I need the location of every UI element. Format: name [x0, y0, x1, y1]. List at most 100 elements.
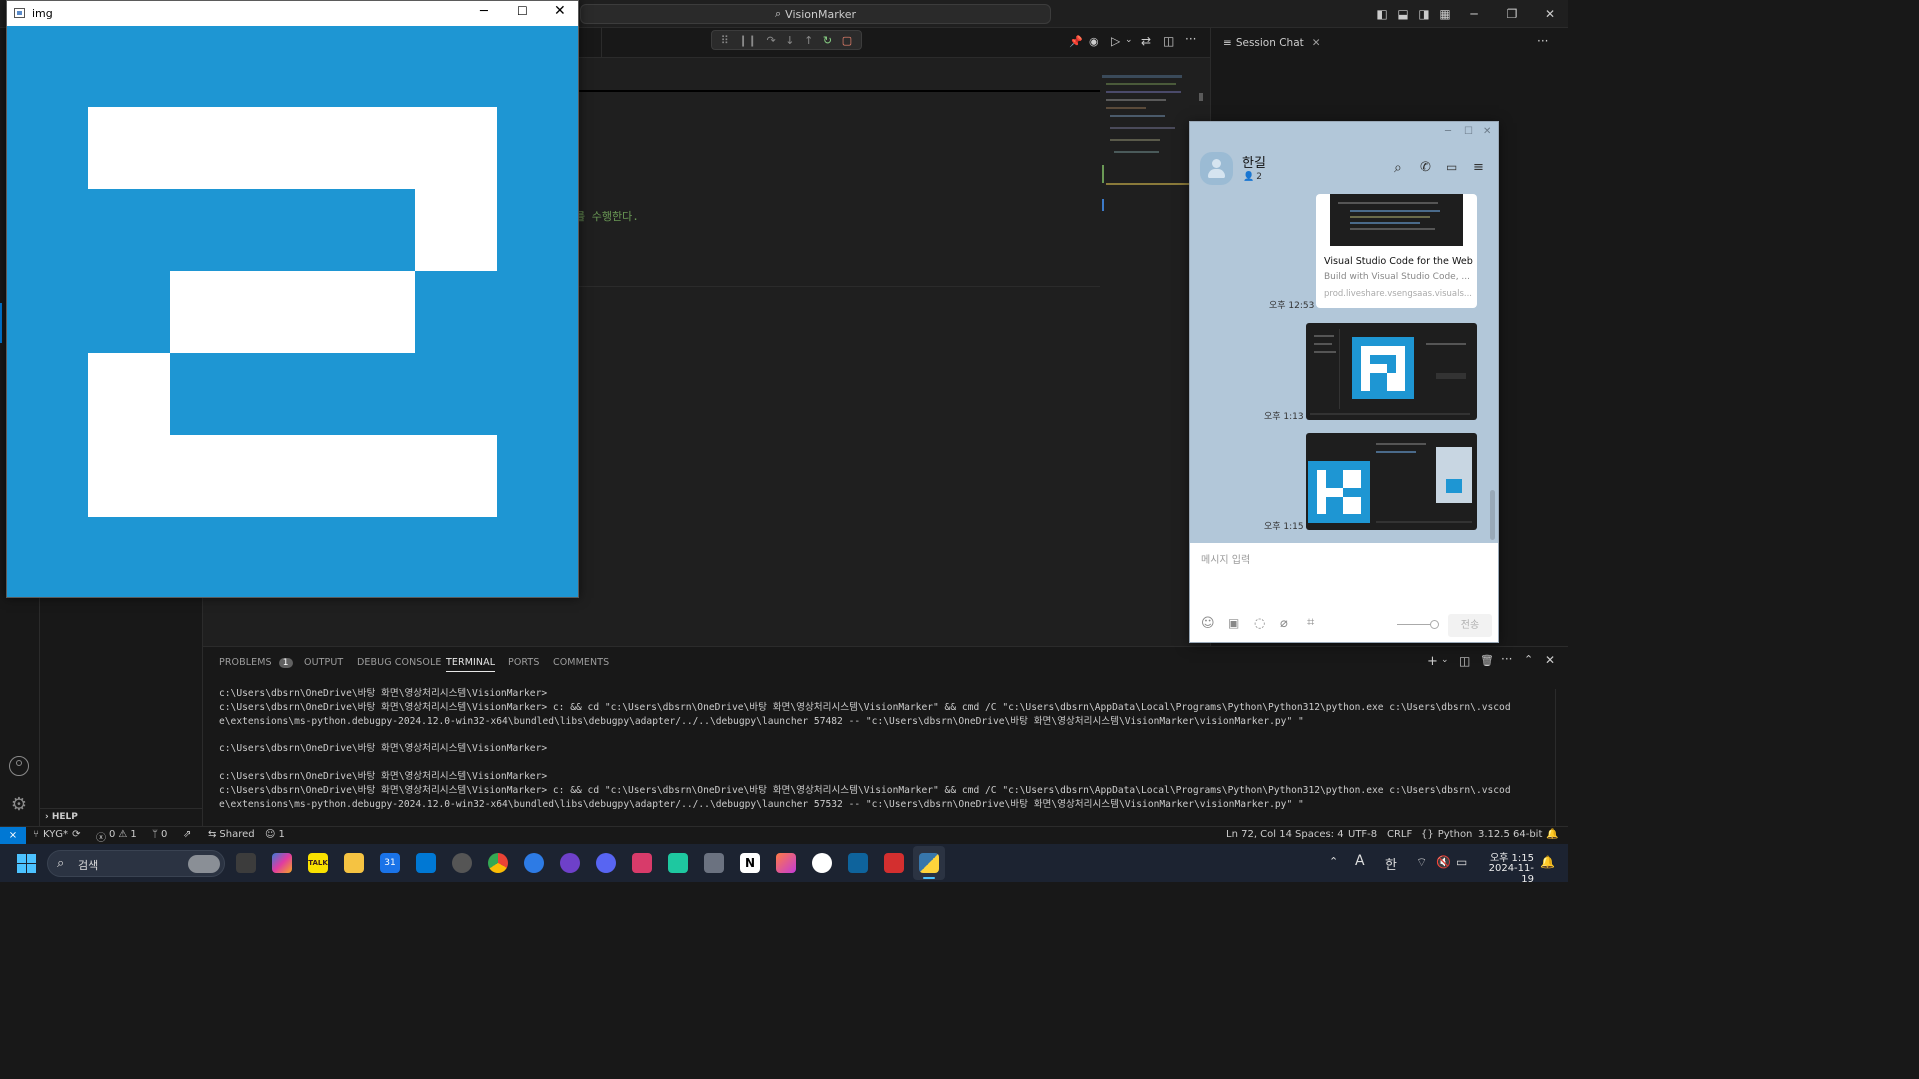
line-endings[interactable]: CRLF: [1387, 829, 1412, 840]
tab-comments[interactable]: COMMENTS: [553, 657, 609, 668]
task-view-icon[interactable]: [236, 853, 256, 873]
image-message[interactable]: [1306, 433, 1477, 530]
customize-layout-icon[interactable]: ▦: [1437, 6, 1453, 22]
step-into-icon[interactable]: ↓: [785, 34, 794, 47]
step-out-icon[interactable]: ↑: [804, 34, 813, 47]
attachment-icon[interactable]: ⌀: [1280, 616, 1288, 631]
notifications-icon[interactable]: 🔔: [1546, 829, 1558, 840]
file-explorer-icon[interactable]: [344, 853, 364, 873]
kakaotalk-icon[interactable]: TALK: [308, 853, 328, 873]
windows-start-icon[interactable]: [17, 854, 36, 873]
tab-debug-console[interactable]: DEBUG CONSOLE: [357, 657, 442, 668]
restore-icon[interactable]: ❐: [1504, 6, 1520, 22]
pin-icon[interactable]: 📌: [1069, 35, 1083, 48]
maximize-icon[interactable]: ☐: [517, 4, 528, 18]
calendar-icon[interactable]: ▣: [1228, 616, 1239, 630]
member-count[interactable]: 👤 2: [1243, 172, 1262, 182]
maximize-panel-icon[interactable]: ⌃: [1524, 653, 1533, 666]
compare-icon[interactable]: ⇄: [1141, 34, 1151, 48]
restart-icon[interactable]: ↻: [823, 34, 832, 47]
liveshare-status[interactable]: ⇆ Shared: [208, 829, 255, 840]
minimap[interactable]: [1100, 73, 1194, 213]
pause-icon[interactable]: ❙❙: [738, 34, 756, 47]
trash-icon[interactable]: 🗑: [1480, 654, 1494, 667]
ports-status[interactable]: ᛘ 0: [152, 829, 167, 840]
wifi-icon[interactable]: ⌔: [1416, 855, 1427, 870]
broadcast-icon[interactable]: ◉: [1089, 35, 1099, 48]
help-section[interactable]: › HELP: [45, 812, 78, 822]
unity-icon[interactable]: [452, 853, 472, 873]
chevron-down-icon[interactable]: ⌄: [1441, 655, 1449, 665]
problems-status[interactable]: ⓧ 0 ⚠ 1: [96, 829, 137, 844]
scrollbar-thumb[interactable]: [1199, 93, 1203, 101]
minimize-icon[interactable]: ─: [1445, 126, 1451, 137]
close-icon[interactable]: ✕: [554, 3, 566, 19]
tab-problems[interactable]: PROBLEMS 1: [219, 657, 293, 668]
split-terminal-icon[interactable]: ◫: [1459, 654, 1470, 668]
copilot-icon[interactable]: [272, 853, 292, 873]
terminal[interactable]: c:\Users\dbsrn\OneDrive\바탕 화면\영상처리시스템\Vi…: [203, 687, 1568, 827]
phone-icon[interactable]: ✆: [1420, 160, 1431, 175]
notion-icon[interactable]: N: [740, 853, 760, 873]
calculator-icon[interactable]: [704, 853, 724, 873]
tab-terminal[interactable]: TERMINAL: [446, 657, 496, 672]
minimize-icon[interactable]: ─: [1466, 6, 1482, 22]
toggle-sidebar-icon[interactable]: ◧: [1374, 6, 1390, 22]
split-editor-icon[interactable]: ◫: [1163, 34, 1174, 48]
notification-bell-icon[interactable]: 🔔: [1540, 855, 1555, 869]
minimize-icon[interactable]: ─: [480, 4, 488, 19]
search-icon[interactable]: ⌕: [1394, 160, 1402, 176]
maximize-icon[interactable]: ☐: [1464, 126, 1473, 137]
whale-browser-icon[interactable]: [524, 853, 544, 873]
tab-output[interactable]: OUTPUT: [304, 657, 343, 668]
language-mode[interactable]: {} Python: [1421, 829, 1472, 840]
tab-ports[interactable]: PORTS: [508, 657, 539, 668]
more-actions-icon[interactable]: ···: [1501, 652, 1512, 666]
branch-status[interactable]: ⑂ KYG* ⟳: [33, 829, 80, 840]
microsoft-store-icon[interactable]: [416, 853, 436, 873]
close-icon[interactable]: ✕: [1312, 37, 1321, 49]
photos-icon[interactable]: [776, 853, 796, 873]
image-message[interactable]: [1306, 323, 1477, 420]
chrome-icon[interactable]: [488, 853, 508, 873]
chevron-up-icon[interactable]: ⌃: [1329, 855, 1338, 868]
gear-icon[interactable]: ⚙: [9, 795, 29, 815]
avatar[interactable]: [1200, 152, 1233, 185]
snipping-tool-icon[interactable]: [632, 853, 652, 873]
chat-scrollbar[interactable]: [1490, 490, 1495, 540]
accounts-icon[interactable]: [9, 756, 29, 776]
img-window-titlebar[interactable]: img ─ ☐ ✕: [7, 1, 578, 26]
toggle-panel-icon[interactable]: ⬓: [1395, 6, 1411, 22]
clock-date[interactable]: 2024-11-19: [1478, 863, 1534, 885]
menu-icon[interactable]: ≡: [1473, 160, 1484, 175]
ime-mode-a[interactable]: A: [1355, 853, 1365, 869]
close-icon[interactable]: ✕: [1542, 6, 1558, 22]
remote-indicator-icon[interactable]: ⨯: [0, 827, 26, 844]
indentation[interactable]: Spaces: 4: [1295, 829, 1344, 840]
close-panel-icon[interactable]: ✕: [1545, 653, 1555, 667]
teams-icon[interactable]: [668, 853, 688, 873]
github-desktop-icon[interactable]: [560, 853, 580, 873]
stop-icon[interactable]: ▢: [842, 34, 852, 47]
calendar-app-icon[interactable]: 31: [380, 853, 400, 873]
speech-bubble-icon[interactable]: ◌: [1254, 616, 1265, 631]
slider-handle[interactable]: [1430, 620, 1439, 629]
acrobat-icon[interactable]: [884, 853, 904, 873]
vscode-icon[interactable]: [848, 853, 868, 873]
more-actions-icon[interactable]: ···: [1185, 32, 1196, 46]
speaker-muted-icon[interactable]: 🔇: [1436, 855, 1451, 869]
chatgpt-icon[interactable]: [812, 853, 832, 873]
command-center[interactable]: ⌕ VisionMarker: [580, 4, 1051, 24]
ime-mode-ko[interactable]: 한: [1385, 854, 1397, 873]
more-actions-icon[interactable]: ···: [1537, 34, 1548, 48]
discord-icon[interactable]: [596, 853, 616, 873]
message-input[interactable]: 메시지 입력: [1201, 551, 1250, 566]
participants-status[interactable]: ☺ 1: [265, 829, 285, 840]
battery-icon[interactable]: ▭: [1456, 855, 1467, 869]
toggle-secondary-sidebar-icon[interactable]: ◨: [1416, 6, 1432, 22]
clock-time[interactable]: 오후 1:15: [1488, 849, 1534, 864]
encoding[interactable]: UTF-8: [1348, 829, 1377, 840]
python-interpreter[interactable]: 3.12.5 64-bit: [1478, 829, 1542, 840]
step-over-icon[interactable]: ↷: [766, 34, 775, 47]
close-icon[interactable]: ✕: [1483, 126, 1491, 137]
